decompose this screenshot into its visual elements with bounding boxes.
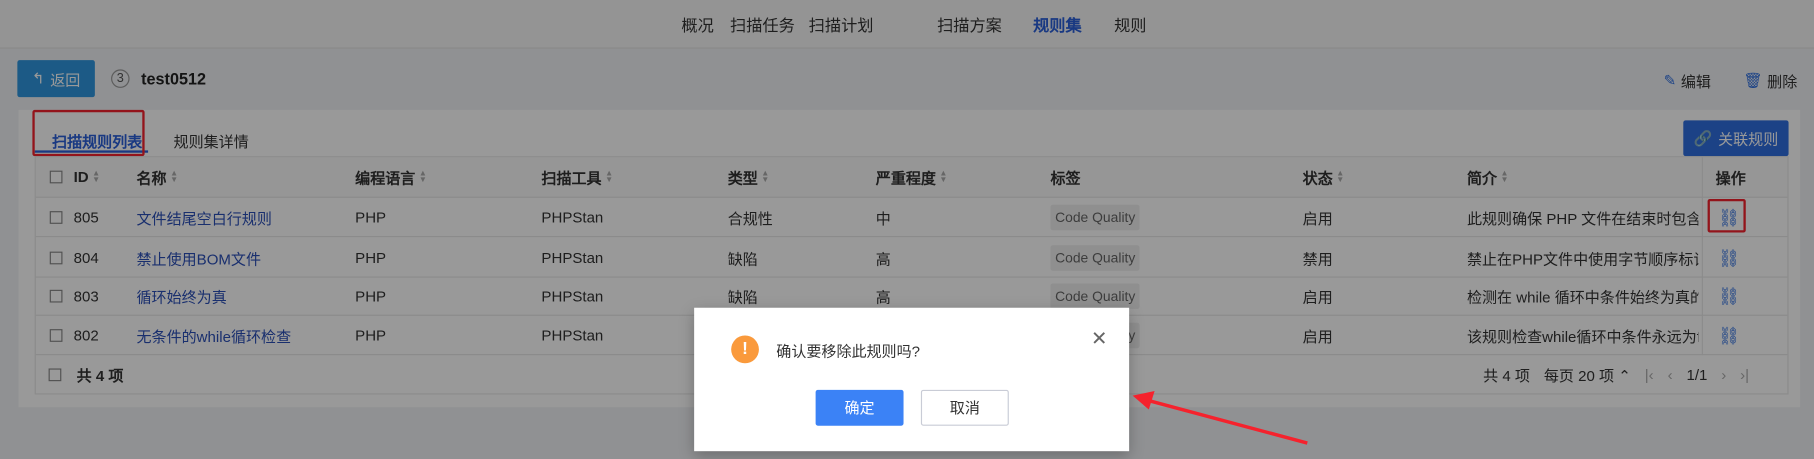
annotation-arrow [1132, 391, 1308, 445]
